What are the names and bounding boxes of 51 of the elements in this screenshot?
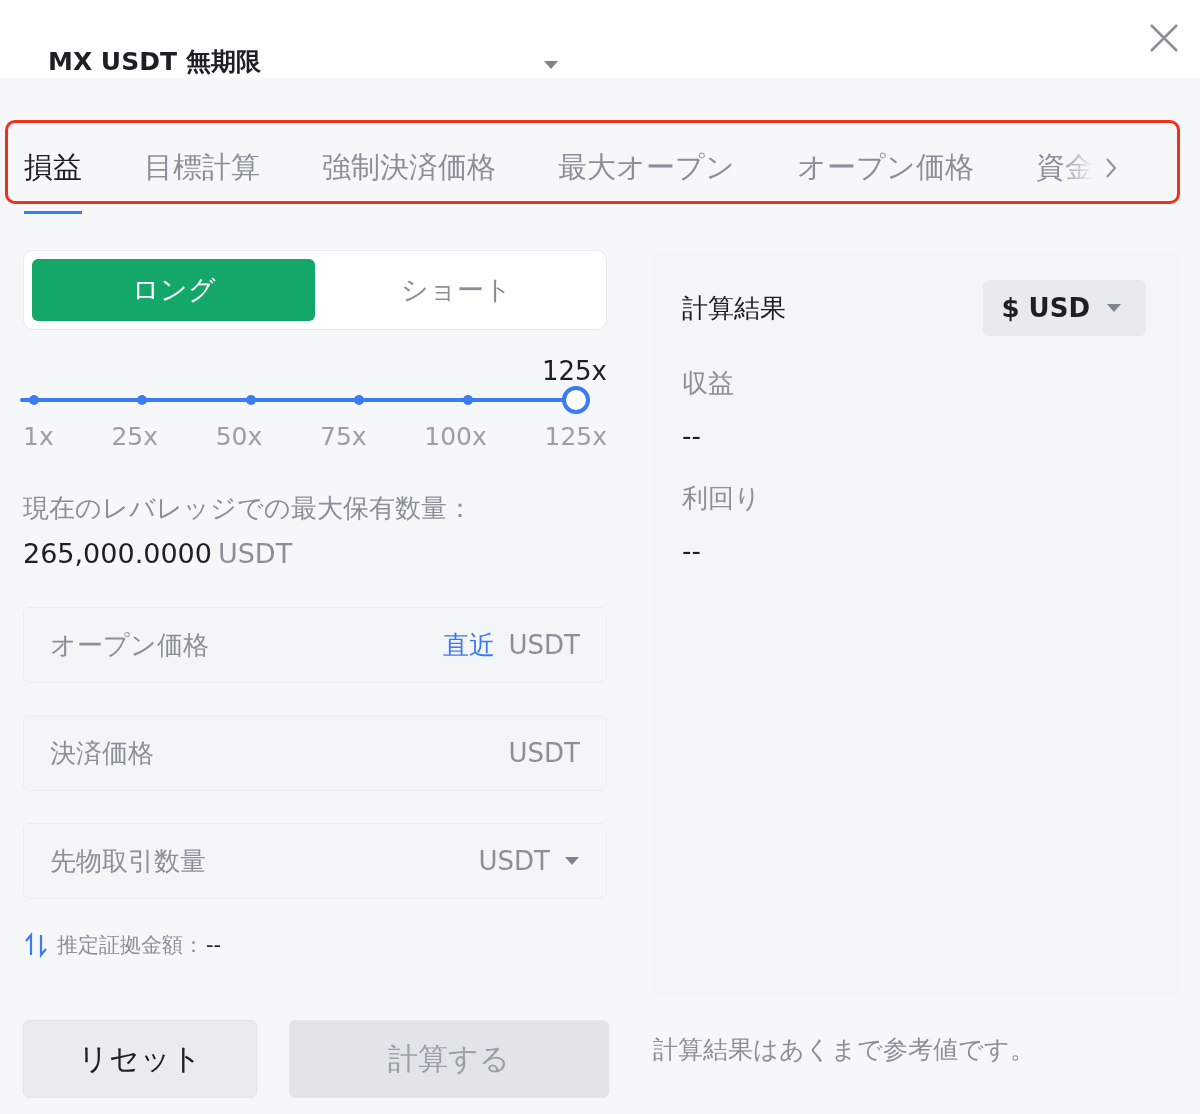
leverage-mark: 50x: [215, 422, 263, 451]
result-title: 計算結果: [682, 291, 786, 325]
field-unit: USDT: [508, 630, 580, 660]
field-unit: USDT: [478, 846, 550, 876]
leverage-mark: 125x: [544, 422, 607, 451]
slider-tick: [462, 395, 473, 405]
leverage-reading: 125x: [542, 356, 607, 386]
tab[interactable]: 目標計算: [144, 120, 260, 183]
chevron-right-icon[interactable]: [1104, 156, 1118, 180]
max-position-unit: USDT: [217, 538, 293, 569]
reset-button[interactable]: リセット: [23, 1020, 257, 1098]
tab[interactable]: 最大オープン: [558, 120, 735, 183]
caret-icon[interactable]: [543, 60, 559, 70]
input-field[interactable]: オープン価格 直近 USDT: [23, 607, 607, 683]
disclaimer-note: 計算結果はあくまで参考値です。: [653, 1033, 1035, 1066]
result-value: --: [682, 421, 702, 451]
slider-tick: [245, 395, 256, 405]
side-button[interactable]: ショート: [315, 259, 598, 321]
slider-tick: [354, 395, 365, 405]
result-value: --: [682, 536, 702, 566]
tab[interactable]: 資金: [1036, 120, 1094, 183]
contract-symbol: MX USDT 無期限: [48, 46, 261, 78]
slider-thumb[interactable]: [562, 386, 590, 414]
caret-icon: [1106, 303, 1122, 313]
field-label: オープン価格: [50, 628, 209, 662]
tab[interactable]: 損益: [24, 120, 82, 214]
slider-tick: [137, 395, 148, 405]
field-unit: USDT: [508, 738, 580, 768]
tab[interactable]: オープン価格: [797, 120, 974, 183]
leverage-mark: 100x: [424, 422, 487, 451]
leverage-mark: 75x: [320, 422, 367, 451]
currency-dropdown[interactable]: $ USD: [983, 280, 1146, 336]
max-position-label: 現在のレバレッジでの最大保有数量：: [23, 492, 474, 525]
caret-icon[interactable]: [564, 856, 580, 866]
margin-label: 推定証拠金額：: [57, 932, 204, 959]
tab[interactable]: 強制決済価格: [322, 120, 496, 183]
field-label: 決済価格: [50, 736, 154, 770]
input-field[interactable]: 先物取引数量 USDT: [23, 823, 607, 899]
max-position-value: 265,000.0000: [23, 538, 212, 569]
slider-tick: [29, 395, 39, 405]
leverage-mark: 25x: [111, 422, 158, 451]
close-icon[interactable]: [1148, 22, 1180, 54]
result-label: 利回り: [682, 482, 762, 515]
margin-value: --: [206, 933, 222, 957]
input-field[interactable]: 決済価格 USDT: [23, 715, 607, 791]
field-label: 先物取引数量: [50, 844, 206, 878]
result-label: 収益: [682, 367, 735, 400]
swap-icon[interactable]: [23, 932, 49, 958]
side-button[interactable]: ロング: [32, 259, 315, 321]
latest-price-link[interactable]: 直近: [442, 627, 495, 663]
leverage-mark: 1x: [23, 422, 54, 451]
